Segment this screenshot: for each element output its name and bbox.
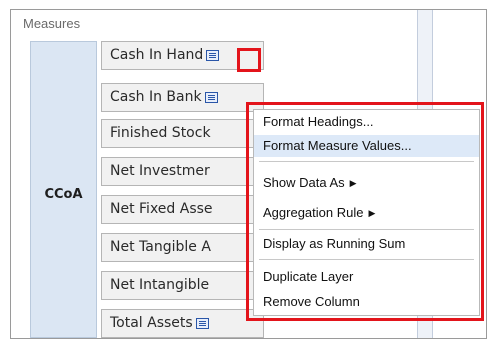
measure-label: Cash In Bank bbox=[110, 89, 202, 105]
measures-header: Measures bbox=[23, 16, 81, 31]
measure-row-cash-in-hand[interactable]: Cash In Hand bbox=[101, 41, 264, 70]
menu-item-display-running-sum[interactable]: Display as Running Sum bbox=[254, 233, 479, 255]
measure-row-net-investment[interactable]: Net Investmer bbox=[101, 157, 264, 186]
measure-label: Total Assets bbox=[110, 315, 193, 331]
measure-row-cash-in-bank[interactable]: Cash In Bank bbox=[101, 83, 264, 112]
group-cell-ccoa[interactable]: CCoA bbox=[30, 41, 97, 338]
context-menu: Format Headings... Format Measure Values… bbox=[253, 109, 480, 316]
measure-label: Net Intangible bbox=[110, 277, 210, 293]
measure-label: Net Investmer bbox=[110, 163, 210, 179]
measure-label: Cash In Hand bbox=[110, 47, 204, 63]
menu-separator bbox=[259, 161, 474, 162]
menu-item-format-measure-values[interactable]: Format Measure Values... bbox=[254, 135, 479, 157]
submenu-arrow-icon: ▶ bbox=[368, 208, 376, 218]
measure-menu-icon[interactable] bbox=[204, 92, 218, 103]
menu-separator bbox=[259, 229, 474, 230]
menu-item-aggregation-rule[interactable]: Aggregation Rule ▶ bbox=[254, 202, 479, 224]
measure-row-finished-stock[interactable]: Finished Stock bbox=[101, 119, 264, 148]
menu-item-duplicate-layer[interactable]: Duplicate Layer bbox=[254, 266, 479, 288]
menu-separator bbox=[259, 259, 474, 260]
measure-row-net-fixed-assets[interactable]: Net Fixed Asse bbox=[101, 195, 264, 224]
submenu-arrow-icon: ▶ bbox=[349, 178, 357, 188]
group-label: CCoA bbox=[44, 187, 83, 202]
measure-row-net-intangible[interactable]: Net Intangible bbox=[101, 271, 264, 300]
menu-item-show-data-as[interactable]: Show Data As ▶ bbox=[254, 172, 479, 194]
measure-menu-icon[interactable] bbox=[195, 318, 209, 329]
menu-item-format-headings[interactable]: Format Headings... bbox=[254, 111, 479, 133]
measure-menu-icon[interactable] bbox=[206, 50, 220, 61]
menu-item-remove-column[interactable]: Remove Column bbox=[254, 291, 479, 313]
measure-row-total-assets[interactable]: Total Assets bbox=[101, 309, 264, 338]
measure-label: Finished Stock bbox=[110, 125, 211, 141]
measure-label: Net Fixed Asse bbox=[110, 201, 213, 217]
measure-label: Net Tangible A bbox=[110, 239, 211, 255]
measure-row-net-tangible-assets[interactable]: Net Tangible A bbox=[101, 233, 264, 262]
